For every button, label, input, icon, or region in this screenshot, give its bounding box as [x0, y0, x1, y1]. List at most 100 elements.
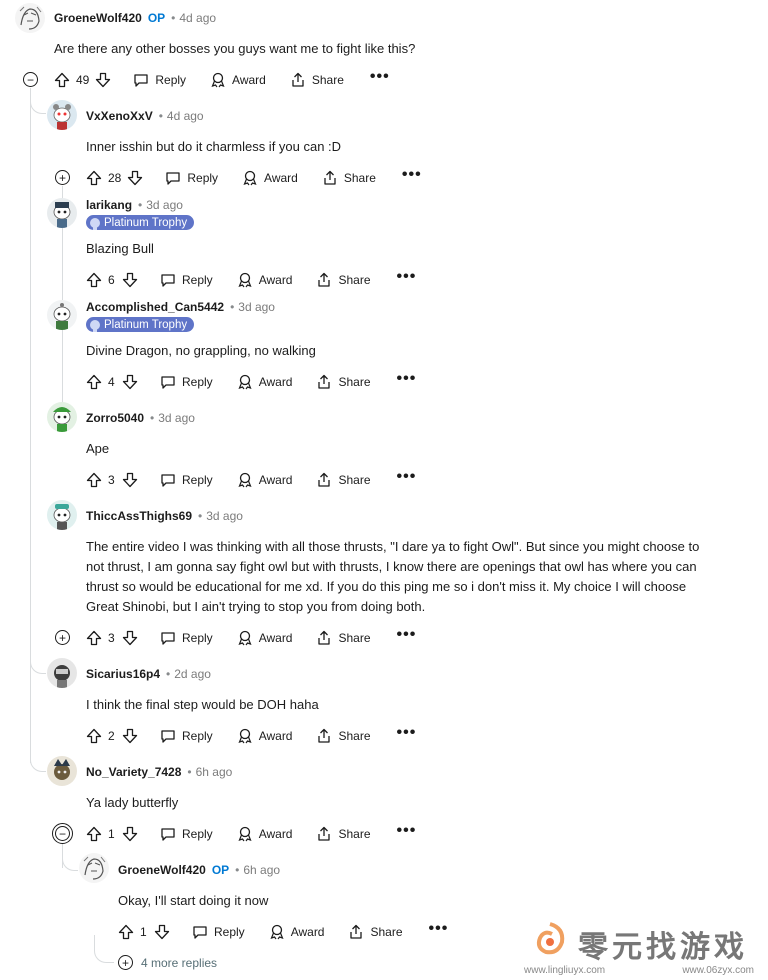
- vote-score: 3: [108, 631, 115, 645]
- upvote-button[interactable]: [86, 728, 102, 744]
- award-button[interactable]: Award: [237, 826, 292, 842]
- snoo-avatar-icon: [53, 504, 71, 530]
- username[interactable]: Accomplished_Can5442: [86, 300, 224, 314]
- upvote-button[interactable]: [86, 374, 102, 390]
- share-icon: [318, 826, 331, 841]
- share-button[interactable]: Share: [290, 72, 344, 88]
- avatar[interactable]: [47, 756, 77, 786]
- avatar[interactable]: [47, 198, 77, 228]
- award-button[interactable]: Award: [237, 472, 292, 488]
- timestamp[interactable]: 3d ago: [158, 411, 195, 425]
- downvote-button[interactable]: [122, 630, 138, 646]
- avatar[interactable]: [47, 658, 77, 688]
- more-options-button[interactable]: •••: [402, 167, 422, 186]
- comment-text: Ape: [86, 441, 110, 456]
- username[interactable]: Zorro5040: [86, 411, 144, 425]
- reply-button[interactable]: Reply: [133, 72, 186, 88]
- upvote-button[interactable]: [86, 170, 102, 186]
- more-options-button[interactable]: •••: [397, 269, 417, 288]
- share-button[interactable]: Share: [348, 924, 403, 940]
- expand-thread-button[interactable]: +: [55, 630, 70, 645]
- upvote-button[interactable]: [86, 630, 102, 646]
- award-button[interactable]: Award: [237, 272, 292, 288]
- username[interactable]: No_Variety_7428: [86, 765, 181, 779]
- snoo-avatar-icon: [53, 303, 71, 330]
- downvote-button[interactable]: [154, 924, 170, 940]
- more-options-button[interactable]: •••: [429, 921, 449, 940]
- award-label: Award: [258, 375, 293, 389]
- award-button[interactable]: Award: [237, 728, 292, 744]
- username[interactable]: larikang: [86, 198, 132, 212]
- award-button[interactable]: Award: [269, 924, 324, 940]
- upvote-button[interactable]: [86, 272, 102, 288]
- award-button[interactable]: Award: [210, 72, 266, 88]
- award-button[interactable]: Award: [242, 170, 298, 186]
- speech-bubble-icon: [161, 274, 175, 287]
- upvote-button[interactable]: [118, 924, 134, 940]
- more-options-button[interactable]: •••: [370, 69, 390, 88]
- reply-button[interactable]: Reply: [160, 272, 213, 288]
- username[interactable]: ThiccAssThighs69: [86, 509, 192, 523]
- share-button[interactable]: Share: [316, 374, 371, 390]
- collapse-thread-button[interactable]: −: [23, 72, 38, 87]
- username[interactable]: GroeneWolf420: [118, 863, 206, 877]
- avatar[interactable]: [47, 300, 77, 330]
- timestamp[interactable]: 3d ago: [146, 198, 183, 212]
- upvote-button[interactable]: [86, 472, 102, 488]
- more-replies-link[interactable]: + 4 more replies: [118, 955, 217, 970]
- timestamp[interactable]: 6h ago: [196, 765, 233, 779]
- award-button[interactable]: Award: [237, 630, 292, 646]
- share-button[interactable]: Share: [316, 272, 371, 288]
- reply-button[interactable]: Reply: [165, 170, 218, 186]
- downvote-button[interactable]: [127, 170, 143, 186]
- username[interactable]: Sicarius16p4: [86, 667, 160, 681]
- share-button[interactable]: Share: [322, 170, 376, 186]
- timestamp[interactable]: 3d ago: [206, 509, 243, 523]
- separator-dot: •: [198, 509, 203, 523]
- timestamp[interactable]: 2d ago: [174, 667, 211, 681]
- expand-thread-button[interactable]: +: [55, 170, 70, 185]
- avatar[interactable]: [79, 853, 109, 883]
- arrow-up-icon: [86, 728, 102, 744]
- avatar[interactable]: [47, 100, 77, 130]
- reply-button[interactable]: Reply: [160, 374, 213, 390]
- upvote-button[interactable]: [86, 826, 102, 842]
- username[interactable]: GroeneWolf420: [54, 11, 142, 25]
- share-button[interactable]: Share: [316, 630, 371, 646]
- more-options-button[interactable]: •••: [397, 469, 417, 488]
- reply-button[interactable]: Reply: [160, 630, 213, 646]
- reply-button[interactable]: Reply: [192, 924, 245, 940]
- arrow-down-icon: [122, 472, 138, 488]
- reply-button[interactable]: Reply: [160, 728, 213, 744]
- timestamp[interactable]: 4d ago: [167, 109, 204, 123]
- avatar[interactable]: [15, 3, 45, 33]
- upvote-button[interactable]: [54, 72, 70, 88]
- reply-button[interactable]: Reply: [160, 472, 213, 488]
- snoo-avatar-icon: [53, 202, 71, 228]
- share-button[interactable]: Share: [316, 826, 371, 842]
- more-options-button[interactable]: •••: [397, 725, 417, 744]
- more-options-button[interactable]: •••: [397, 823, 417, 842]
- avatar[interactable]: [47, 402, 77, 432]
- arrow-down-icon: [96, 72, 111, 88]
- downvote-button[interactable]: [122, 272, 138, 288]
- timestamp[interactable]: 6h ago: [243, 863, 280, 877]
- share-button[interactable]: Share: [316, 728, 371, 744]
- share-button[interactable]: Share: [316, 472, 371, 488]
- reply-button[interactable]: Reply: [160, 826, 213, 842]
- collapse-thread-button[interactable]: −: [52, 823, 73, 844]
- downvote-button[interactable]: [122, 826, 138, 842]
- avatar[interactable]: [47, 500, 77, 530]
- timestamp[interactable]: 3d ago: [238, 300, 275, 314]
- downvote-button[interactable]: [122, 374, 138, 390]
- downvote-button[interactable]: [95, 72, 111, 88]
- award-button[interactable]: Award: [237, 374, 293, 390]
- username[interactable]: VxXenoXxV: [86, 109, 153, 123]
- downvote-button[interactable]: [122, 472, 138, 488]
- more-options-button[interactable]: •••: [397, 627, 417, 646]
- comment-meta: No_Variety_7428 • 6h ago: [86, 763, 232, 781]
- timestamp[interactable]: 4d ago: [179, 11, 216, 25]
- share-label: Share: [338, 827, 371, 841]
- more-options-button[interactable]: •••: [397, 371, 417, 390]
- downvote-button[interactable]: [122, 728, 138, 744]
